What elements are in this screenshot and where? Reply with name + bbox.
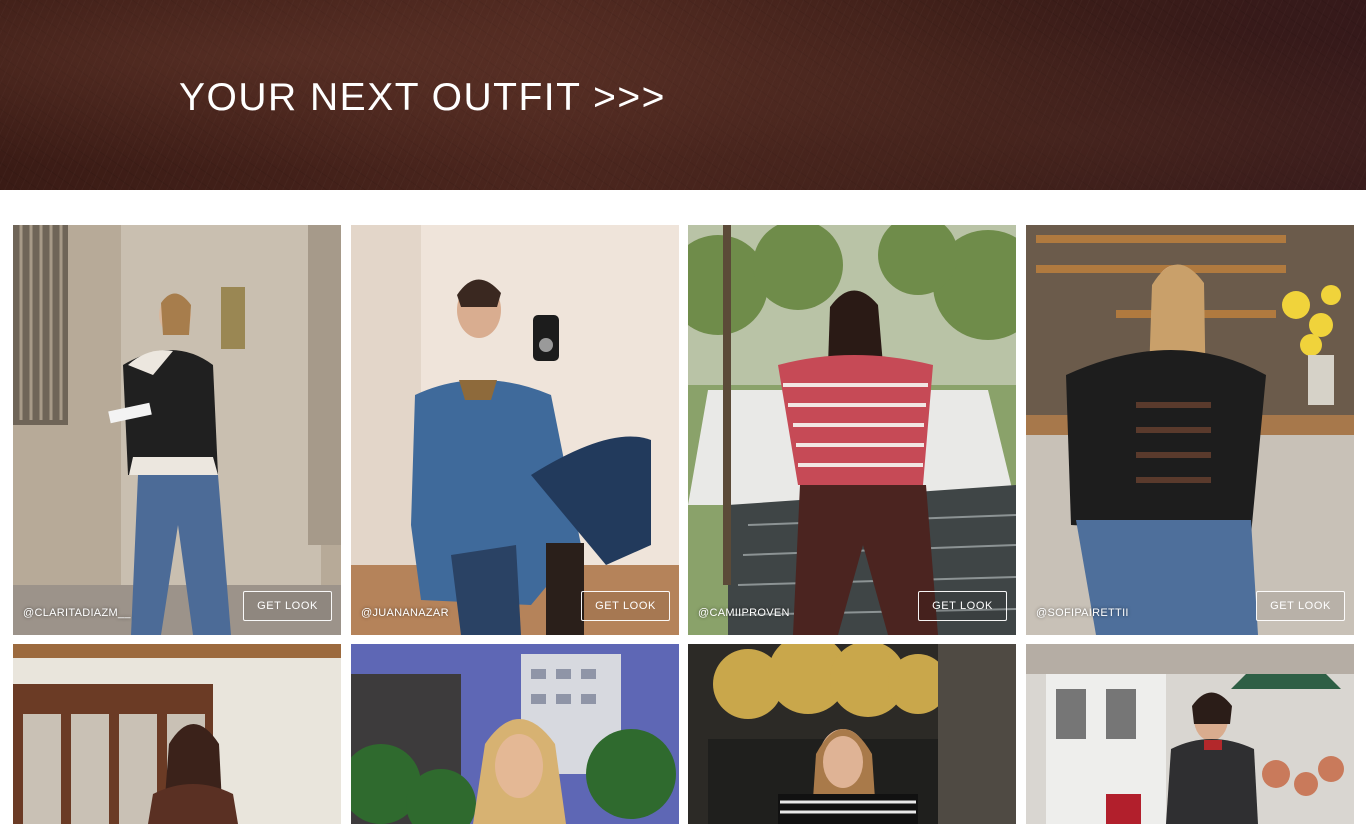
outfit-photo-8 (1026, 644, 1354, 824)
outfit-photo-3 (688, 225, 1016, 635)
outfit-card-7[interactable] (688, 644, 1016, 824)
creator-handle[interactable]: @CAMIIPROVEN (698, 607, 790, 619)
get-look-button[interactable]: GET LOOK (1256, 591, 1345, 621)
outfit-card-1[interactable]: @CLARITADIAZM__ GET LOOK (13, 225, 341, 635)
creator-handle[interactable]: @JUANANAZAR (361, 607, 449, 619)
outfit-photo-5 (13, 644, 341, 824)
creator-handle[interactable]: @CLARITADIAZM__ (23, 607, 131, 619)
outfit-card-3[interactable]: @CAMIIPROVEN GET LOOK (688, 225, 1016, 635)
outfit-photo-1 (13, 225, 341, 635)
get-look-button[interactable]: GET LOOK (918, 591, 1007, 621)
hero-title: YOUR NEXT OUTFIT >>> (179, 76, 666, 119)
hero-banner: YOUR NEXT OUTFIT >>> (0, 0, 1366, 190)
outfit-photo-4 (1026, 225, 1354, 635)
outfit-photo-7 (688, 644, 1016, 824)
outfit-card-5[interactable] (13, 644, 341, 824)
outfit-card-6[interactable] (351, 644, 679, 824)
creator-handle[interactable]: @SOFIPAIRETTII (1036, 607, 1129, 619)
outfit-card-4[interactable]: @SOFIPAIRETTII GET LOOK (1026, 225, 1354, 635)
outfit-card-2[interactable]: @JUANANAZAR GET LOOK (351, 225, 679, 635)
get-look-button[interactable]: GET LOOK (243, 591, 332, 621)
outfit-card-8[interactable] (1026, 644, 1354, 824)
outfit-photo-6 (351, 644, 679, 824)
outfit-photo-2 (351, 225, 679, 635)
outfit-gallery: @CLARITADIAZM__ GET LOOK @JUANANAZAR GET… (13, 225, 1354, 824)
get-look-button[interactable]: GET LOOK (581, 591, 670, 621)
